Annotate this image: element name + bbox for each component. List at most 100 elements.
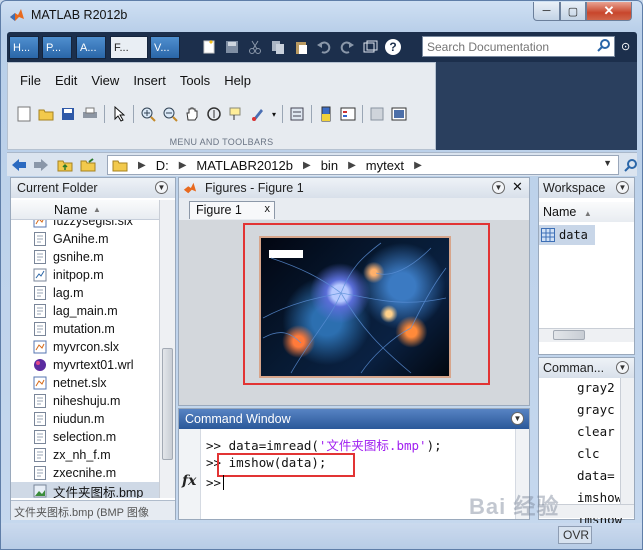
name-column-header[interactable]: Name ▲ — [11, 200, 159, 220]
menu-insert[interactable]: Insert — [126, 73, 173, 88]
file-item[interactable]: zxecnihe.m — [11, 464, 159, 482]
new-figure-icon[interactable] — [13, 103, 35, 125]
hide-plot-tools-icon[interactable] — [366, 103, 388, 125]
file-item[interactable]: fuzzysegisl.slx — [11, 220, 159, 230]
zoom-out-icon[interactable] — [159, 103, 181, 125]
file-item[interactable]: GAnihe.m — [11, 230, 159, 248]
file-name: selection.m — [53, 430, 117, 444]
close-tab-icon[interactable]: x — [265, 203, 271, 215]
redo-icon[interactable] — [337, 37, 357, 57]
panel-title: Figures - Figure 1 — [205, 181, 304, 195]
workspace-name-column[interactable]: Name ▲ — [539, 202, 634, 222]
history-entry[interactable]: clc — [577, 446, 623, 461]
save-figure-icon[interactable] — [57, 103, 79, 125]
file-list-scrollbar[interactable] — [159, 200, 175, 498]
colorbar-icon[interactable] — [315, 103, 337, 125]
panel-actions-icon[interactable]: ▼ — [616, 181, 629, 194]
tab-view[interactable]: V... — [150, 36, 180, 59]
path-segment[interactable]: bin — [321, 158, 338, 173]
file-item[interactable]: initpop.m — [11, 266, 159, 284]
file-item[interactable]: zx_nh_f.m — [11, 446, 159, 464]
file-name: netnet.slx — [53, 376, 107, 390]
help-icon[interactable]: ? — [383, 37, 403, 57]
menu-edit[interactable]: Edit — [48, 73, 84, 88]
open-file-icon[interactable] — [35, 103, 57, 125]
menu-tools[interactable]: Tools — [173, 73, 217, 88]
switch-windows-icon[interactable] — [360, 37, 380, 57]
paste-icon[interactable] — [291, 37, 311, 57]
select-arrow-icon[interactable] — [108, 103, 130, 125]
menu-view[interactable]: View — [84, 73, 126, 88]
function-browser-icon[interactable]: fx — [182, 473, 196, 489]
path-segment[interactable]: MATLABR2012b — [196, 158, 293, 173]
history-entry[interactable]: imshow — [577, 490, 623, 505]
cut-icon[interactable] — [245, 37, 265, 57]
link-plot-icon[interactable] — [286, 103, 308, 125]
menu-help[interactable]: Help — [217, 73, 258, 88]
search-documentation-input[interactable] — [422, 36, 615, 57]
undo-icon[interactable] — [314, 37, 334, 57]
file-item[interactable]: lag.m — [11, 284, 159, 302]
pan-hand-icon[interactable] — [181, 103, 203, 125]
back-icon[interactable] — [9, 155, 29, 175]
data-cursor-icon[interactable] — [225, 103, 247, 125]
workspace-variable[interactable]: data — [539, 225, 595, 245]
tab-figure-1[interactable]: Figure 1 x — [189, 201, 275, 219]
scrollbar-thumb[interactable] — [162, 348, 173, 460]
file-item[interactable]: niudun.m — [11, 410, 159, 428]
minimize-button[interactable]: ─ — [533, 2, 560, 21]
close-button[interactable]: ✕ — [586, 2, 632, 21]
tab-figures[interactable]: F... — [110, 36, 148, 59]
new-icon[interactable] — [199, 37, 219, 57]
show-plot-tools-icon[interactable] — [388, 103, 410, 125]
command-prompt-line[interactable]: >> — [206, 475, 232, 490]
panel-actions-icon[interactable]: ▼ — [155, 181, 168, 194]
scrollbar-thumb[interactable] — [553, 330, 585, 340]
prompt: >> — [206, 438, 222, 453]
file-item[interactable]: lag_main.m — [11, 302, 159, 320]
file-item[interactable]: mutation.m — [11, 320, 159, 338]
maximize-button[interactable]: ▢ — [560, 2, 586, 21]
file-item[interactable]: gsnihe.m — [11, 248, 159, 266]
path-history-dropdown-icon[interactable]: ▼ — [603, 158, 612, 168]
current-folder-path[interactable]: ▶ D: ▶ MATLABR2012b ▶ bin ▶ mytext ▶ ▼ — [107, 155, 619, 175]
file-item[interactable]: niheshuju.m — [11, 392, 159, 410]
save-icon[interactable] — [222, 37, 242, 57]
print-icon[interactable] — [79, 103, 101, 125]
browse-folder-icon[interactable] — [78, 155, 98, 175]
expand-toolstrip-icon[interactable]: ⊙ — [621, 40, 630, 53]
legend-icon[interactable] — [337, 103, 359, 125]
brush-dropdown-icon[interactable]: ▾ — [269, 103, 279, 125]
panel-actions-icon[interactable]: ▼ — [616, 361, 629, 374]
file-item[interactable]: 文件夹图标.bmp — [11, 482, 159, 498]
up-folder-icon[interactable] — [55, 155, 75, 175]
rotate-3d-icon[interactable] — [203, 103, 225, 125]
history-entry[interactable]: grayc — [577, 402, 623, 417]
tab-home[interactable]: H... — [9, 36, 39, 59]
file-item[interactable]: myvrtext01.wrl — [11, 356, 159, 374]
path-segment[interactable]: D: — [156, 158, 169, 173]
toolbar-separator — [104, 105, 105, 123]
close-panel-icon[interactable]: ✕ — [512, 179, 523, 195]
history-entry[interactable]: clear — [577, 424, 623, 439]
figure-canvas[interactable] — [179, 220, 529, 405]
tab-plots[interactable]: P... — [42, 36, 72, 59]
file-item[interactable]: netnet.slx — [11, 374, 159, 392]
history-entry[interactable]: gray2 — [577, 380, 623, 395]
forward-icon[interactable] — [31, 155, 51, 175]
path-segment[interactable]: mytext — [366, 158, 404, 173]
search-folder-icon[interactable] — [621, 155, 641, 175]
history-entry[interactable]: data= — [577, 468, 623, 483]
panel-actions-icon[interactable]: ▼ — [492, 181, 505, 194]
brush-icon[interactable] — [247, 103, 269, 125]
panel-actions-icon[interactable]: ▼ — [511, 412, 524, 425]
history-scrollbar[interactable] — [620, 378, 634, 504]
file-item[interactable]: myvrcon.slx — [11, 338, 159, 356]
zoom-in-icon[interactable] — [137, 103, 159, 125]
menu-file[interactable]: File — [13, 73, 48, 88]
search-icon[interactable] — [597, 38, 611, 52]
copy-icon[interactable] — [268, 37, 288, 57]
workspace-hscrollbar[interactable] — [539, 328, 634, 342]
tab-apps[interactable]: A... — [76, 36, 106, 59]
file-item[interactable]: selection.m — [11, 428, 159, 446]
